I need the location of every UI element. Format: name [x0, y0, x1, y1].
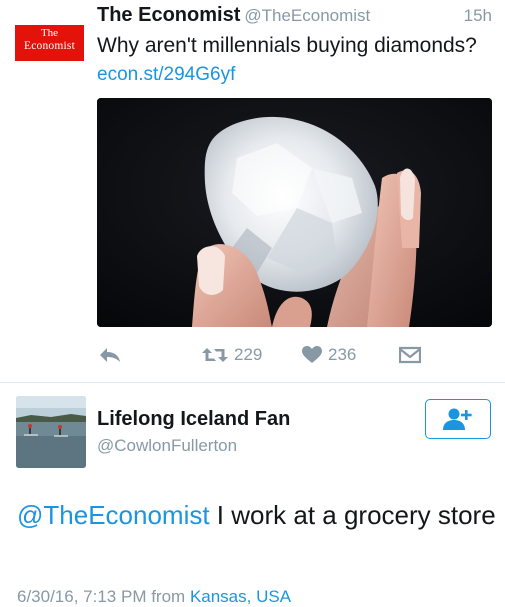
tweet-divider [0, 382, 505, 383]
like-count: 236 [328, 345, 357, 364]
heart-icon [302, 346, 322, 363]
retweet-icon [202, 348, 228, 362]
tweet-link[interactable]: econ.st/294G6yf [97, 64, 235, 86]
follow-button[interactable] [425, 399, 491, 439]
tweet-actions: 229 236 [97, 342, 492, 368]
tweet-time[interactable]: 15h [464, 6, 492, 26]
direct-message-button[interactable] [399, 342, 421, 368]
tweet-header: The Economist @TheEconomist 15h [97, 4, 492, 32]
tweet-timestamp: 6/30/16, 7:13 PM [17, 587, 147, 606]
add-user-icon [443, 408, 472, 430]
diamond-in-hand-image [97, 98, 492, 327]
economist-logo[interactable]: The Economist [15, 25, 84, 61]
reply-author-handle[interactable]: @CowlonFullerton [97, 436, 237, 456]
reply-author-name[interactable]: Lifelong Iceland Fan [97, 408, 290, 431]
reply-icon [100, 348, 120, 362]
envelope-icon [399, 346, 421, 364]
avatar[interactable] [16, 396, 86, 468]
reply-tweet-text: @TheEconomist I work at a grocery store [17, 497, 497, 534]
tweet-text: Why aren't millennials buying diamonds? [97, 34, 477, 57]
retweet-button[interactable]: 229 [202, 342, 262, 368]
retweet-count: 229 [234, 345, 263, 364]
economist-tweet: The Economist The Economist @TheEconomist… [0, 0, 505, 380]
reply-button[interactable] [99, 342, 121, 368]
tweet-location-link[interactable]: Kansas, USA [190, 587, 291, 606]
author-name[interactable]: The Economist [97, 4, 240, 26]
mention-link[interactable]: @TheEconomist [17, 500, 210, 530]
like-button[interactable]: 236 [302, 342, 356, 368]
avatar-image [16, 396, 86, 468]
logo-line-2: Economist [24, 39, 75, 52]
from-label: from [146, 587, 190, 606]
tweet-media-image[interactable] [97, 98, 492, 327]
tweet-metadata: 6/30/16, 7:13 PM from Kansas, USA [17, 587, 291, 607]
author-handle[interactable]: @TheEconomist [244, 6, 370, 25]
logo-line-1: The [40, 27, 59, 39]
reply-text-body: I work at a grocery store [209, 500, 496, 530]
